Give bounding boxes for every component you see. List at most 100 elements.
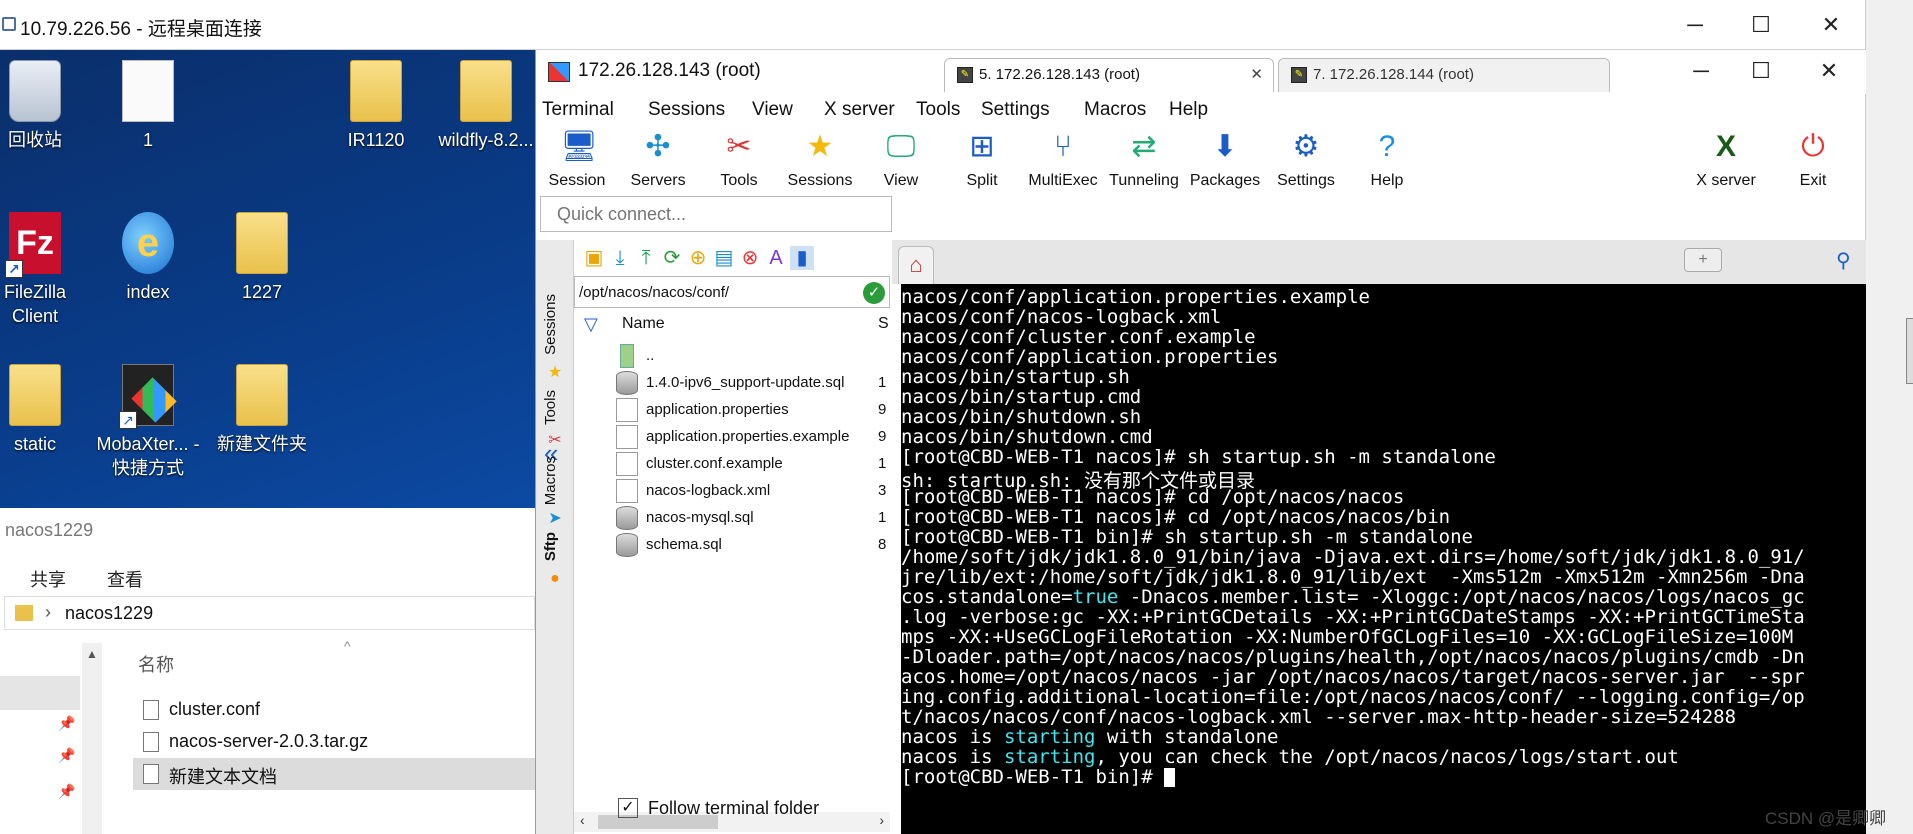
desktop-icon-static[interactable]: static — [0, 364, 90, 456]
toolbar-settings-button[interactable]: ⚙ Settings — [1266, 130, 1346, 190]
session-tab[interactable]: ✎ 7. 172.26.128.144 (root) — [1278, 58, 1610, 92]
toolbar-exit-button[interactable]: ⏻ Exit — [1773, 130, 1853, 190]
side-tab-macros[interactable]: Macros — [542, 456, 559, 505]
tunneling-icon: ⇄ — [1131, 130, 1157, 163]
pin-icon[interactable]: 📌 — [58, 715, 75, 732]
toolbar-tools-button[interactable]: ✂ Tools — [699, 130, 779, 190]
nav-scrollbar[interactable]: ▲ — [82, 643, 102, 834]
download-icon[interactable]: ⤓ — [608, 246, 632, 270]
follow-terminal-checkbox[interactable]: ✓ — [618, 798, 638, 818]
scroll-up-icon[interactable]: ▲ — [86, 647, 98, 661]
chevron-right-icon[interactable]: › — [45, 602, 51, 623]
new-folder-icon[interactable]: ⊕ — [686, 246, 710, 270]
desktop-icon-ir1120[interactable]: IR1120 — [321, 60, 431, 152]
database-file-icon — [616, 371, 638, 395]
terminal[interactable]: nacos/conf/application.properties.exampl… — [901, 284, 1866, 834]
desktop-icon-label: static — [13, 434, 56, 454]
toolbar-servers-button[interactable]: ✣ Servers — [618, 130, 698, 190]
permissions-icon[interactable]: ▮ — [790, 246, 814, 270]
delete-icon[interactable]: ⊗ — [738, 246, 762, 270]
explorer-address-bar[interactable]: › nacos1229 — [4, 596, 535, 630]
ribbon-tab-share[interactable]: 共享 — [30, 566, 66, 592]
scroll-knob[interactable] — [1906, 318, 1913, 384]
desktop-icon-new-folder[interactable]: 新建文件夹 — [207, 364, 317, 456]
parent-folder-icon[interactable]: ▣ — [582, 246, 606, 270]
terminal-line: nacos is starting with standalone — [901, 726, 1279, 748]
side-tab-tools[interactable]: Tools — [542, 390, 559, 425]
sftp-column-size[interactable]: S — [878, 315, 889, 333]
menu-view[interactable]: View — [752, 99, 793, 121]
rd-close-button[interactable]: ✕ — [1806, 8, 1856, 42]
toolbar-help-button[interactable]: ? Help — [1347, 130, 1427, 190]
desktop-icon-label: 新建文件夹 — [217, 434, 307, 454]
nav-selected-item[interactable] — [0, 676, 80, 710]
terminal-prompt: [root@CBD-WEB-T1 bin]# — [901, 766, 1165, 788]
toolbar-split-button[interactable]: ⊞ Split — [942, 130, 1022, 190]
desktop-icon-file-1[interactable]: 1 — [93, 60, 203, 152]
checkmark-icon[interactable]: ✓ — [863, 282, 885, 304]
quick-connect-field[interactable] — [540, 196, 892, 232]
desktop-icon-mobaxterm[interactable]: ↗ MobaXter... - 快捷方式 — [93, 364, 203, 480]
toolbar-multiexec-button[interactable]: ⑂ MultiExec — [1023, 130, 1103, 190]
session-tab-active[interactable]: ✎ 5. 172.26.128.143 (root) ✕ — [944, 58, 1274, 92]
follow-terminal-folder[interactable]: ✓ Follow terminal folder — [618, 798, 820, 819]
pin-icon[interactable]: 📌 — [58, 747, 75, 764]
ribbon-tab-view[interactable]: 查看 — [107, 566, 143, 592]
toolbar-x-server-button[interactable]: XX server — [1686, 130, 1766, 190]
scroll-left-icon[interactable]: ‹ — [580, 812, 585, 828]
menu-settings[interactable]: Settings — [981, 99, 1050, 121]
split-icon: ⊞ — [969, 130, 995, 163]
new-tab-button[interactable]: + — [1684, 248, 1722, 272]
file-icon — [616, 425, 638, 449]
desktop-icon-recycle-bin[interactable]: 回收站 — [0, 60, 90, 152]
desktop-icon-wildfly[interactable]: wildfly-8.2... — [431, 60, 541, 152]
menu-terminal[interactable]: Terminal — [542, 99, 614, 121]
sftp-row[interactable]: schema.sql 8 — [574, 529, 890, 562]
filter-icon[interactable]: ▽ — [584, 314, 598, 335]
quick-connect-input[interactable] — [541, 197, 891, 231]
sftp-path-field[interactable]: ✓ — [574, 276, 890, 308]
toolbar-tunneling-button[interactable]: ⇄ Tunneling — [1104, 130, 1184, 190]
attach-icon[interactable]: ⚲ — [1836, 248, 1851, 273]
desktop-icon-1227[interactable]: 1227 — [207, 212, 317, 304]
explorer-file-row-selected[interactable]: 新建文本文档 — [133, 758, 535, 790]
desktop-icon-index[interactable]: e index — [93, 212, 203, 304]
toolbar-sessions-button[interactable]: ★ Sessions — [780, 130, 860, 190]
toolbar-view-button[interactable]: 🖵 View — [861, 130, 941, 190]
rd-minimize-button[interactable]: ─ — [1670, 8, 1720, 42]
file-name: 新建文本文档 — [169, 767, 277, 787]
scroll-right-icon[interactable]: › — [879, 812, 884, 828]
column-header-name[interactable]: 名称 — [138, 651, 174, 677]
close-tab-icon[interactable]: ✕ — [1250, 59, 1263, 91]
desktop-icon-filezilla[interactable]: Fz ↗ FileZilla Client — [0, 212, 90, 328]
pin-icon[interactable]: 📌 — [58, 783, 75, 800]
refresh-icon[interactable]: ⟳ — [660, 246, 684, 270]
explorer-file-row[interactable]: nacos-server-2.0.3.tar.gz — [133, 726, 535, 758]
toolbar-packages-button[interactable]: ⬇ Packages — [1185, 130, 1265, 190]
settings-icon: ⚙ — [1292, 130, 1320, 163]
rd-maximize-button[interactable]: ☐ — [1736, 8, 1786, 42]
sort-arrow-icon: ^ — [344, 638, 351, 654]
menu-help[interactable]: Help — [1169, 99, 1208, 121]
home-tab[interactable]: ⌂ — [898, 246, 934, 284]
upload-icon[interactable]: ⤒ — [634, 246, 658, 270]
side-tab-sftp[interactable]: Sftp — [542, 532, 559, 561]
moba-close-button[interactable]: ✕ — [1804, 54, 1854, 88]
menu-sessions[interactable]: Sessions — [648, 99, 725, 121]
moba-maximize-button[interactable]: ☐ — [1736, 54, 1786, 88]
new-file-icon[interactable]: ▤ — [712, 246, 736, 270]
side-tab-sessions[interactable]: Sessions — [542, 294, 559, 355]
address-path[interactable]: nacos1229 — [65, 603, 153, 624]
sftp-path-input[interactable] — [575, 277, 845, 307]
rename-icon[interactable]: A — [764, 246, 788, 270]
menu-tools[interactable]: Tools — [916, 99, 960, 121]
desktop-icon-label: FileZilla Client — [3, 282, 66, 326]
follow-terminal-label: Follow terminal folder — [648, 798, 820, 818]
moba-minimize-button[interactable]: ─ — [1676, 54, 1726, 88]
menu-x-server[interactable]: X server — [824, 99, 895, 121]
sftp-column-name[interactable]: Name — [622, 315, 665, 333]
menu-macros[interactable]: Macros — [1084, 99, 1146, 121]
desktop: 回收站 1 IR1120 wildfly-8.2... Fz ↗ FileZill… — [0, 50, 535, 508]
explorer-file-row[interactable]: cluster.conf — [133, 694, 535, 726]
toolbar-session-button[interactable]: 🖥 Session — [537, 130, 617, 190]
